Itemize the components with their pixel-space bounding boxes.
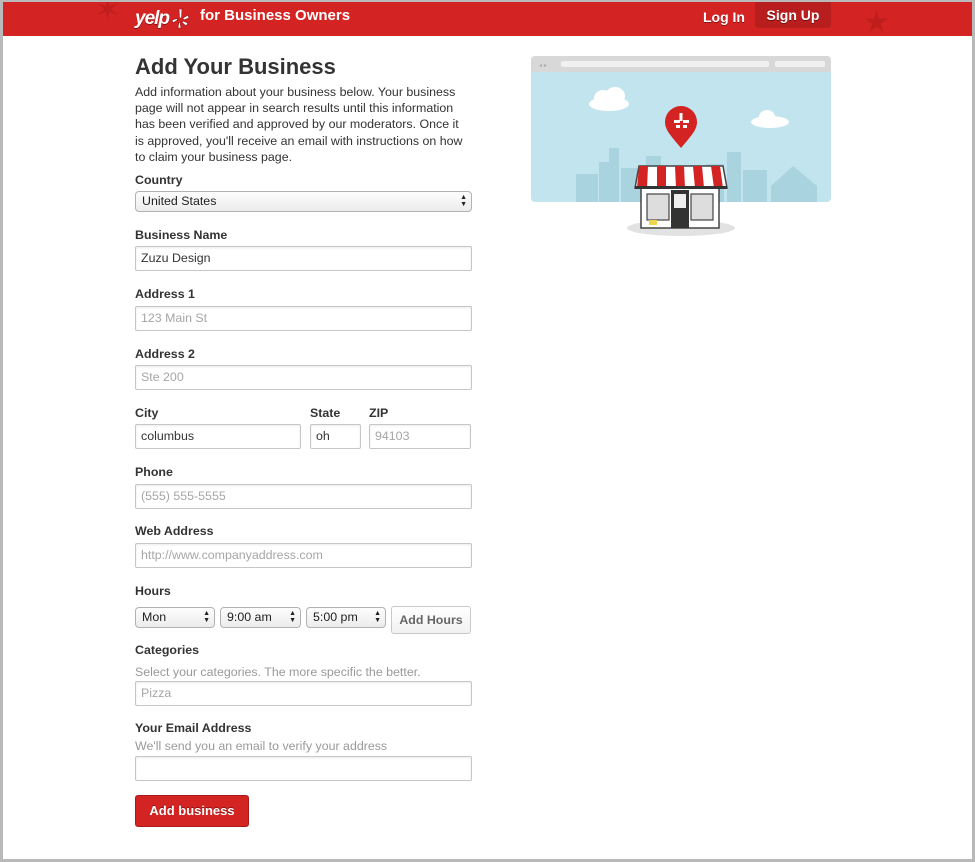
city-label: City <box>135 406 159 420</box>
email-input[interactable] <box>135 756 472 781</box>
svg-text:◂ ▸: ◂ ▸ <box>539 62 547 69</box>
page-title: Add Your Business <box>135 54 336 79</box>
top-nav-bar: ✶ ★ yelp for Business Owners Log In Sign… <box>3 2 972 36</box>
categories-placeholder: Pizza <box>141 686 172 700</box>
phone-label: Phone <box>135 465 173 479</box>
select-arrows-icon: ▲ ▼ <box>289 610 296 624</box>
hours-label: Hours <box>135 584 171 598</box>
zip-label: ZIP <box>369 406 389 420</box>
page: ✶ ★ yelp for Business Owners Log In Sign… <box>3 2 972 859</box>
country-select-value: United States <box>142 194 217 208</box>
tagline: for Business Owners <box>200 7 351 24</box>
country-label: Country <box>135 173 183 187</box>
email-label: Your Email Address <box>135 721 252 735</box>
hours-close-value: 5:00 pm <box>313 610 358 624</box>
zip-input[interactable]: 94103 <box>369 424 471 449</box>
signup-button[interactable]: Sign Up <box>755 2 831 28</box>
city-input[interactable]: columbus <box>135 424 301 449</box>
zip-placeholder: 94103 <box>375 429 410 443</box>
state-value: oh <box>316 429 330 443</box>
hours-open-select[interactable]: 9:00 am ▲ ▼ <box>220 607 301 628</box>
login-link[interactable]: Log In <box>703 8 745 26</box>
select-arrows-icon: ▲ ▼ <box>374 610 381 624</box>
intro-text: Add information about your business belo… <box>135 85 463 164</box>
storefront-illustration: ◂ ▸ <box>531 56 831 236</box>
city-value: columbus <box>141 429 195 443</box>
select-arrows-icon: ▲ ▼ <box>203 610 210 624</box>
phone-placeholder: (555) 555-5555 <box>141 489 226 503</box>
address2-input[interactable]: Ste 200 <box>135 365 472 390</box>
star-decoration-icon: ★ <box>863 6 890 37</box>
address1-placeholder: 123 Main St <box>141 311 208 325</box>
categories-input[interactable]: Pizza <box>135 681 472 706</box>
add-business-button[interactable]: Add business <box>135 795 249 827</box>
address1-input[interactable]: 123 Main St <box>135 306 472 331</box>
phone-input[interactable]: (555) 555-5555 <box>135 484 472 509</box>
state-input[interactable]: oh <box>310 424 361 449</box>
hours-open-value: 9:00 am <box>227 610 272 624</box>
add-hours-button[interactable]: Add Hours <box>391 606 471 634</box>
categories-label: Categories <box>135 643 200 657</box>
email-hint: We'll send you an email to verify your a… <box>135 739 388 753</box>
business-name-label: Business Name <box>135 228 228 242</box>
logo-wordmark: yelp <box>135 8 170 29</box>
yelp-logo[interactable]: yelp <box>135 6 190 32</box>
country-select[interactable]: United States ▲ ▼ <box>135 191 472 212</box>
hours-day-select[interactable]: Mon ▲ ▼ <box>135 607 215 628</box>
state-label: State <box>310 406 341 420</box>
address1-label: Address 1 <box>135 287 195 301</box>
business-name-value: Zuzu Design <box>141 251 211 265</box>
yelp-burst-icon <box>171 8 190 29</box>
select-arrows-icon: ▲ ▼ <box>460 194 467 208</box>
web-address-placeholder: http://www.companyaddress.com <box>141 548 323 562</box>
star-decoration-icon: ✶ <box>95 2 121 27</box>
hours-close-select[interactable]: 5:00 pm ▲ ▼ <box>306 607 386 628</box>
address2-label: Address 2 <box>135 347 195 361</box>
hours-day-value: Mon <box>142 610 167 624</box>
business-name-input[interactable]: Zuzu Design <box>135 246 472 271</box>
web-address-input[interactable]: http://www.companyaddress.com <box>135 543 472 568</box>
categories-hint: Select your categories. The more specifi… <box>135 665 421 679</box>
web-address-label: Web Address <box>135 524 214 538</box>
address2-placeholder: Ste 200 <box>141 370 184 384</box>
